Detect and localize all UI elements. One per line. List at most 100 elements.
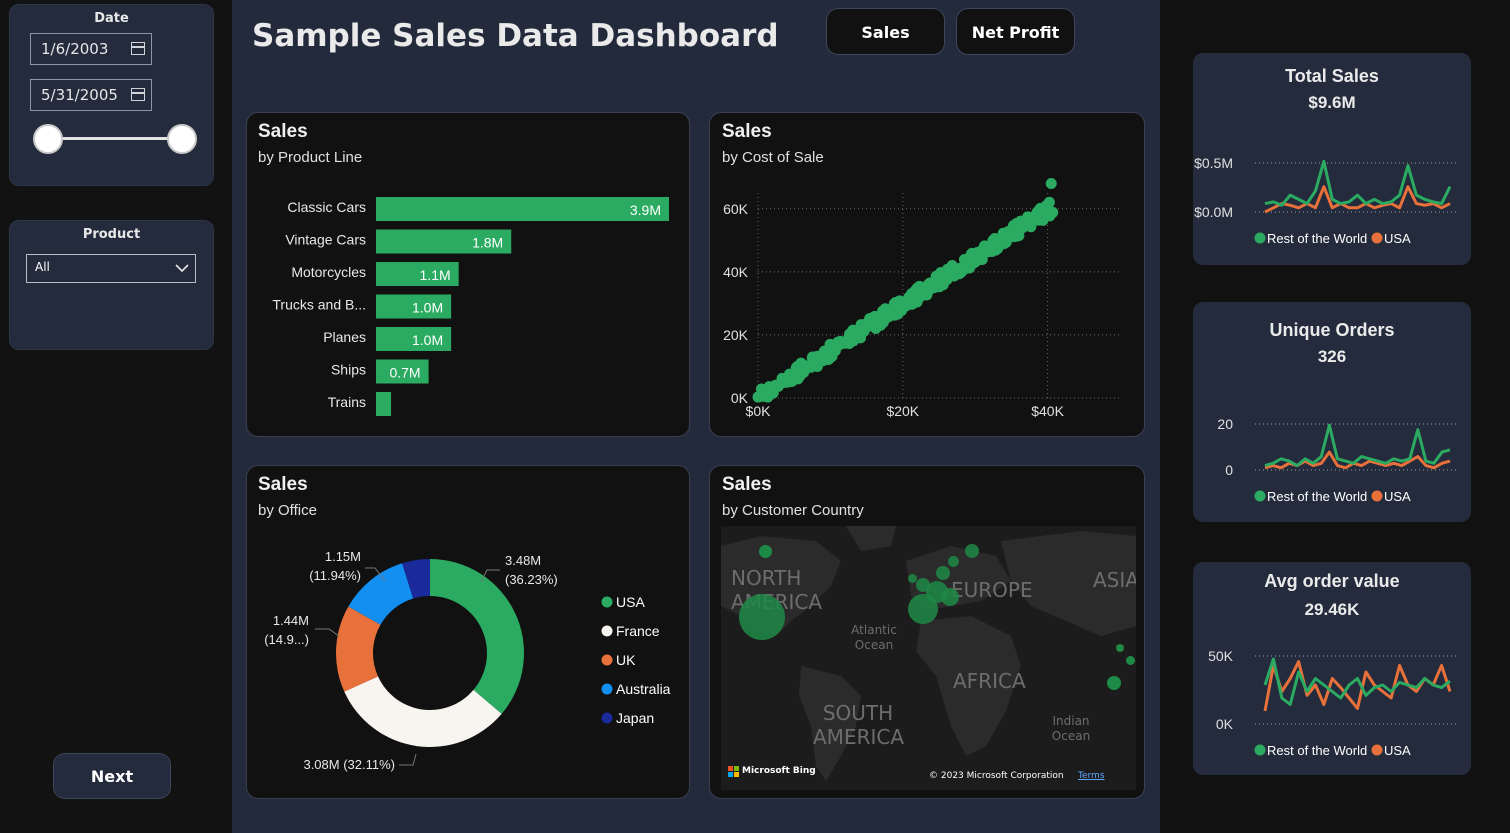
date-range-track bbox=[48, 137, 182, 140]
map-bubble-europe-3[interactable] bbox=[941, 588, 959, 606]
bar-category-label: Ships bbox=[331, 362, 366, 378]
total-sales-sparkline: $0.5M $0.0M Rest of the World USA bbox=[1194, 155, 1458, 246]
world-map[interactable]: NORTH AMERICA EUROPE ASIA Atlantic Ocean… bbox=[721, 526, 1136, 790]
map-bubble-europe-5[interactable] bbox=[916, 578, 930, 592]
calendar-icon[interactable] bbox=[131, 42, 145, 55]
legend-marker bbox=[1371, 232, 1383, 244]
scatter-point[interactable] bbox=[806, 352, 818, 364]
legend-label[interactable]: USA bbox=[616, 594, 645, 610]
office-card: Sales by Office 3.48M (36.23%) 3.08M (32.1… bbox=[246, 465, 690, 799]
kpi-value: 29.46K bbox=[1304, 600, 1360, 619]
start-date-input[interactable]: 1/6/2003 bbox=[30, 33, 152, 65]
scatter-point[interactable] bbox=[798, 366, 810, 378]
legend-label[interactable]: France bbox=[616, 623, 660, 639]
legend-label[interactable]: Japan bbox=[616, 710, 654, 726]
greenland-land bbox=[846, 526, 896, 551]
scatter-point[interactable] bbox=[894, 295, 906, 307]
scatter-point[interactable] bbox=[1045, 178, 1057, 190]
bar-value-label: 0.7M bbox=[389, 365, 420, 381]
total-sales-kpi-card: Total Sales $9.6M $0.5M $0.0M Rest of the … bbox=[1193, 53, 1471, 265]
office-donut-chart: 3.48M (36.23%) 3.08M (32.11%) 1.44M (14.9...… bbox=[264, 549, 671, 772]
legend-marker bbox=[1254, 490, 1266, 502]
bar-value-label: 1.0M bbox=[412, 332, 443, 348]
sparkline-tick-label: 50K bbox=[1208, 648, 1234, 664]
x-tick-label: $0K bbox=[746, 403, 772, 419]
map-bubble-europe-4[interactable] bbox=[936, 566, 950, 580]
map-label-south-america: SOUTH AMERICA bbox=[813, 701, 905, 749]
scatter-point[interactable] bbox=[966, 247, 978, 259]
end-date-input[interactable]: 5/31/2005 bbox=[30, 79, 152, 111]
scatter-point[interactable] bbox=[786, 375, 798, 387]
scatter-point[interactable] bbox=[924, 277, 936, 289]
scatter-point[interactable] bbox=[1044, 210, 1056, 222]
date-range-end-handle[interactable] bbox=[167, 124, 197, 154]
legend-label[interactable]: USA bbox=[1384, 743, 1411, 758]
scatter-point[interactable] bbox=[1026, 211, 1038, 223]
scatter-point[interactable] bbox=[854, 332, 866, 344]
map-bubble-europe-6[interactable] bbox=[965, 544, 979, 558]
bar[interactable] bbox=[376, 392, 392, 416]
scatter-point[interactable] bbox=[832, 336, 844, 348]
scatter-point[interactable] bbox=[943, 265, 955, 277]
net-profit-toggle-label: Net Profit bbox=[971, 23, 1060, 42]
chevron-down-icon[interactable] bbox=[175, 264, 189, 273]
product-line-bar-chart: Classic Cars 3.9M Vintage Cars 1.8M Motorcyc… bbox=[272, 197, 669, 416]
card-title: Sales bbox=[258, 474, 308, 495]
bar-category-label: Motorcycles bbox=[291, 264, 366, 280]
sparkline-tick-label: 0 bbox=[1225, 462, 1233, 478]
card-subtitle: by Cost of Sale bbox=[722, 149, 824, 166]
unique-orders-sparkline: 20 0 Rest of the World USA bbox=[1217, 416, 1458, 504]
legend-label[interactable]: USA bbox=[1384, 231, 1411, 246]
legend-label[interactable]: Rest of the World bbox=[1267, 489, 1367, 504]
map-label-indian-ocean: Indian Ocean bbox=[1051, 714, 1091, 743]
scatter-point[interactable] bbox=[1043, 196, 1055, 208]
bar-category-label: Trains bbox=[328, 394, 366, 410]
map-bubble-europe-8[interactable] bbox=[908, 574, 917, 583]
map-bubble-canada[interactable] bbox=[759, 545, 772, 558]
scatter-point[interactable] bbox=[1002, 225, 1014, 237]
net-profit-toggle-button[interactable]: Net Profit bbox=[956, 8, 1075, 55]
legend-label[interactable]: Rest of the World bbox=[1267, 743, 1367, 758]
calendar-icon[interactable] bbox=[131, 88, 145, 101]
next-button-label: Next bbox=[90, 767, 134, 786]
legend-label[interactable]: Australia bbox=[616, 681, 671, 697]
scatter-point[interactable] bbox=[762, 391, 774, 403]
sparkline-tick-label: 0K bbox=[1216, 716, 1234, 732]
kpi-title: Unique Orders bbox=[1269, 320, 1395, 340]
legend-marker bbox=[601, 683, 613, 695]
country-card: Sales by Customer Country NORTH AMERICA … bbox=[709, 465, 1145, 799]
map-terms-link[interactable]: Terms bbox=[1078, 771, 1105, 781]
bar[interactable] bbox=[376, 197, 669, 221]
sparkline-series[interactable] bbox=[1263, 657, 1451, 706]
sales-toggle-button[interactable]: Sales bbox=[826, 8, 945, 55]
donut-data-label: (14.9...) bbox=[264, 632, 309, 647]
map-bubble-usa[interactable] bbox=[739, 594, 785, 640]
map-bubble-asia-3[interactable] bbox=[1116, 644, 1124, 652]
avg-order-kpi-card: Avg order value 29.46K 50K 0K Rest of the … bbox=[1193, 562, 1471, 775]
sparkline-series[interactable] bbox=[1263, 660, 1452, 712]
map-label-asia: ASIA bbox=[1093, 568, 1136, 592]
donut-data-label: (11.94%) bbox=[309, 568, 361, 583]
scatter-point[interactable] bbox=[882, 306, 894, 318]
legend-label[interactable]: USA bbox=[1384, 489, 1411, 504]
next-button[interactable]: Next bbox=[53, 753, 171, 799]
sparkline-tick-label: $0.5M bbox=[1194, 155, 1233, 171]
legend-label[interactable]: Rest of the World bbox=[1267, 231, 1367, 246]
scatter-point[interactable] bbox=[776, 372, 788, 384]
scatter-point[interactable] bbox=[982, 240, 994, 252]
y-tick-label: 40K bbox=[723, 264, 749, 280]
kpi-title: Avg order value bbox=[1264, 571, 1400, 591]
cost-of-sale-scatter-chart: 0K20K40K60K$0K $20K $40K bbox=[723, 178, 1120, 419]
map-bubble-asia-1[interactable] bbox=[1107, 676, 1121, 690]
scatter-point[interactable] bbox=[817, 355, 829, 367]
product-dropdown[interactable]: All bbox=[26, 254, 196, 283]
map-bubble-europe-7[interactable] bbox=[948, 556, 959, 567]
map-label-europe: EUROPE bbox=[951, 578, 1033, 602]
scatter-point[interactable] bbox=[1000, 236, 1012, 248]
legend-label[interactable]: UK bbox=[616, 652, 636, 668]
donut-data-label: 1.44M bbox=[273, 613, 309, 628]
date-range-start-handle[interactable] bbox=[33, 124, 63, 154]
map-bubble-asia-2[interactable] bbox=[1126, 656, 1135, 665]
scatter-point[interactable] bbox=[914, 288, 926, 300]
sparkline-series[interactable] bbox=[1264, 159, 1452, 207]
